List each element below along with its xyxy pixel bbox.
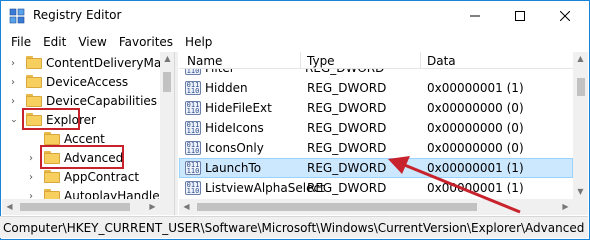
list-horizontal-scrollbar[interactable]: ◀ ▶ [179, 199, 573, 215]
scroll-down-icon[interactable]: ▼ [573, 187, 588, 196]
key-tree: › ContentDeliveryManager › DeviceAccess … [2, 52, 174, 215]
value-data: 0x00000000 (0) [427, 101, 524, 115]
value-data: 0x00000001 (1) [427, 161, 524, 175]
minimize-button[interactable] [452, 1, 497, 31]
value-data: 0x00000001 (1) [427, 181, 524, 195]
close-button[interactable] [542, 1, 587, 31]
list-item-selected[interactable]: 011 110 LaunchTo REG_DWORD 0x00000001 (1) [179, 158, 573, 178]
value-name: LaunchTo [205, 161, 262, 175]
tree-item-label: AppContract [64, 170, 140, 184]
scroll-right-icon[interactable]: ▶ [145, 202, 160, 211]
values-list: 011110 Filter REG_DWORD Name Type Data 0… [179, 52, 573, 199]
folder-icon [26, 75, 42, 88]
minimize-icon [469, 15, 480, 17]
scrollbar-thumb[interactable] [577, 78, 585, 96]
annotation-box-advanced [40, 145, 124, 169]
column-header-name[interactable]: Name [187, 54, 222, 68]
expand-arrow-icon[interactable]: › [8, 78, 18, 88]
value-data: 0x00000000 (0) [427, 121, 524, 135]
scrollbar-thumb[interactable] [197, 203, 477, 211]
tree-item-contentdelivery[interactable]: › ContentDeliveryManager [2, 54, 174, 75]
menu-favorites[interactable]: Favorites [113, 35, 179, 49]
tree-item-deviceaccess[interactable]: › DeviceAccess [2, 73, 162, 94]
close-icon [559, 11, 570, 21]
annotation-box-explorer [22, 108, 80, 130]
folder-icon [44, 132, 60, 145]
scroll-up-icon[interactable]: ▲ [160, 54, 175, 63]
list-item[interactable]: 011 110 HideFileExt REG_DWORD 0x00000000 … [179, 98, 573, 118]
expand-arrow-icon[interactable]: › [8, 59, 18, 69]
list-item[interactable]: 011 110 HideIcons REG_DWORD 0x00000000 (0… [179, 118, 573, 138]
value-type: REG_DWORD [307, 181, 387, 195]
column-divider[interactable] [420, 52, 421, 69]
menu-help[interactable]: Help [179, 35, 218, 49]
reg-dword-icon: 011110 [185, 161, 201, 175]
folder-icon [44, 170, 60, 183]
menu-view[interactable]: View [72, 35, 112, 49]
pane-splitter[interactable] [174, 52, 178, 215]
scrollbar-thumb[interactable] [163, 72, 171, 92]
reg-dword-icon: 011110 [185, 121, 201, 135]
maximize-icon [514, 11, 525, 21]
reg-dword-icon: 011110 [185, 101, 201, 115]
list-item[interactable]: 011 110 Hidden REG_DWORD 0x00000001 (1) [179, 78, 573, 98]
tree-item-label: DeviceCapabilities [46, 94, 158, 108]
status-path: Computer\HKEY_CURRENT_USER\Software\Micr… [3, 221, 585, 235]
status-bar: Computer\HKEY_CURRENT_USER\Software\Micr… [0, 216, 588, 238]
column-header-type[interactable]: Type [307, 54, 335, 68]
reg-dword-icon: 011110 [185, 141, 201, 155]
tree-item-label: ContentDeliveryManager [46, 56, 174, 70]
reg-dword-icon: 011110 [185, 181, 201, 195]
scrollbar-corner [573, 199, 588, 215]
value-type: REG_DWORD [307, 101, 387, 115]
value-name: Hidden [205, 81, 248, 95]
list-vertical-scrollbar[interactable]: ▲ ▼ [573, 52, 588, 199]
menu-file[interactable]: File [5, 35, 37, 49]
window-title: Registry Editor [33, 8, 122, 22]
expand-arrow-icon[interactable]: › [8, 97, 18, 107]
menu-edit[interactable]: Edit [37, 35, 72, 49]
collapse-arrow-icon[interactable]: › [8, 116, 19, 126]
menu-bar: File Edit View Favorites Help [1, 32, 589, 52]
tree-horizontal-scrollbar[interactable]: ◀ ▶ [2, 199, 160, 215]
value-name: HideIcons [205, 121, 264, 135]
reg-dword-icon: 011110 [185, 81, 201, 95]
scrollbar-thumb[interactable] [20, 203, 130, 211]
value-type: REG_DWORD [307, 121, 387, 135]
list-item[interactable]: 011 110 IconsOnly REG_DWORD 0x00000000 (0… [179, 138, 573, 158]
scroll-left-icon[interactable]: ◀ [179, 202, 194, 211]
title-bar: Registry Editor [1, 1, 589, 31]
column-divider[interactable] [300, 52, 301, 69]
column-header-data[interactable]: Data [427, 54, 456, 68]
value-name: HideFileExt [205, 101, 272, 115]
value-data: 0x00000000 (0) [427, 141, 524, 155]
expand-arrow-icon[interactable]: › [26, 154, 36, 164]
value-type: REG_DWORD [307, 161, 387, 175]
list-header: Name Type Data [179, 52, 573, 69]
list-item[interactable]: 011 110 ListviewAlphaSelect REG_DWORD 0x0… [179, 178, 573, 198]
maximize-button[interactable] [497, 1, 542, 31]
tree-item-label: Accent [64, 132, 105, 146]
value-type: REG_DWORD [307, 141, 387, 155]
folder-icon [26, 94, 42, 107]
tree-item-label: DeviceAccess [46, 75, 129, 89]
value-data: 0x00000001 (1) [427, 81, 524, 95]
registry-editor-icon [9, 8, 25, 24]
tree-vertical-scrollbar[interactable]: ▲ [160, 52, 174, 215]
scroll-left-icon[interactable]: ◀ [2, 202, 17, 211]
scroll-up-icon[interactable]: ▲ [573, 54, 588, 63]
expand-arrow-icon[interactable]: › [26, 173, 36, 183]
scroll-right-icon[interactable]: ▶ [558, 202, 573, 211]
value-type: REG_DWORD [307, 81, 387, 95]
tree-item-appcontract[interactable]: › AppContract [2, 168, 162, 189]
value-name: IconsOnly [205, 141, 264, 155]
folder-icon [26, 56, 42, 69]
